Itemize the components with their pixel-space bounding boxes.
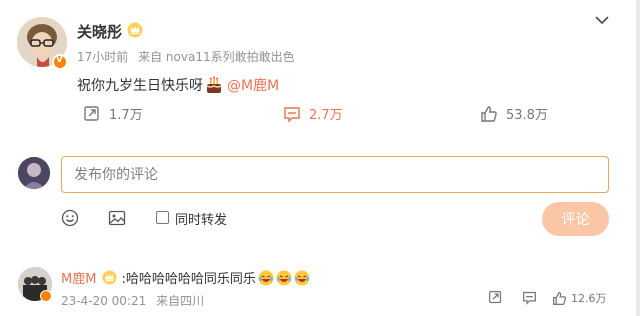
emoji-icon[interactable] [61,209,79,227]
comment-meta: 23-4-20 00:21 来自四川 [61,292,210,309]
submit-comment-button[interactable]: 评论 [542,202,609,236]
post-text: 祝你九岁生日快乐呀 [77,78,203,94]
comment-text: :哈哈哈哈哈哈同乐同乐 [121,272,256,287]
comment-count: 2.7万 [309,108,343,123]
post-content: 祝你九岁生日快乐呀 @M鹿M [77,75,279,95]
like-icon [481,105,497,122]
post-source: 来自 nova11系列敢拍敢出色 [138,50,295,64]
repost-count: 1.7万 [109,108,143,123]
repost-button[interactable]: 1.7万 [83,104,143,123]
post-actions: 1.7万 2.7万 53.8万 [0,104,636,126]
comment-username[interactable]: M鹿M [61,268,96,287]
like-button[interactable]: 53.8万 [480,104,548,123]
mention-link[interactable]: @M鹿M [227,75,279,95]
comment-like-button[interactable]: 12.6万 [552,290,607,306]
laugh-emoji-icon [258,270,274,285]
comment-reply-button[interactable] [522,290,537,309]
reply-icon [523,291,536,305]
comment-line: M鹿M :哈哈哈哈哈哈同乐同乐 [61,268,310,287]
scrollbar[interactable] [636,0,640,316]
image-icon[interactable] [108,209,126,227]
comment-item: M鹿M :哈哈哈哈哈哈同乐同乐 23-4-20 00:21 来自四川 12.6万 [0,260,636,316]
post-username[interactable]: 关晓彤 [77,21,122,42]
like-count: 53.8万 [506,108,548,123]
comment-input[interactable] [61,156,609,193]
like-icon [553,291,567,305]
comment-share-button[interactable] [488,290,503,309]
crown-icon [102,270,117,285]
comment-compose: 同时转发 评论 [0,145,636,255]
repost-checkbox[interactable] [156,211,169,224]
comment-like-count: 12.6万 [571,292,607,305]
post-meta: 17小时前 来自 nova11系列敢拍敢出色 [77,48,301,65]
post-time[interactable]: 17小时前 [77,50,128,64]
comment-time: 23-4-20 00:21 [61,294,147,308]
laugh-emoji-icon [294,270,310,285]
share-icon [489,291,502,304]
comment-button[interactable]: 2.7万 [283,104,343,123]
verified-badge-icon [52,54,68,70]
cake-icon [206,76,222,93]
comment-icon [284,106,300,123]
repost-checkbox-label[interactable]: 同时转发 [175,209,227,228]
chevron-down-icon[interactable] [594,14,610,26]
comment-location: 来自四川 [156,294,205,308]
repost-icon [84,105,99,121]
laugh-emoji-icon [276,270,292,285]
verified-badge-icon [40,290,52,302]
crown-icon [127,22,143,38]
my-avatar[interactable] [18,157,50,189]
weibo-post: 关晓彤 17小时前 来自 nova11系列敢拍敢出色 祝你九岁生日快乐呀 @M鹿… [0,0,636,136]
